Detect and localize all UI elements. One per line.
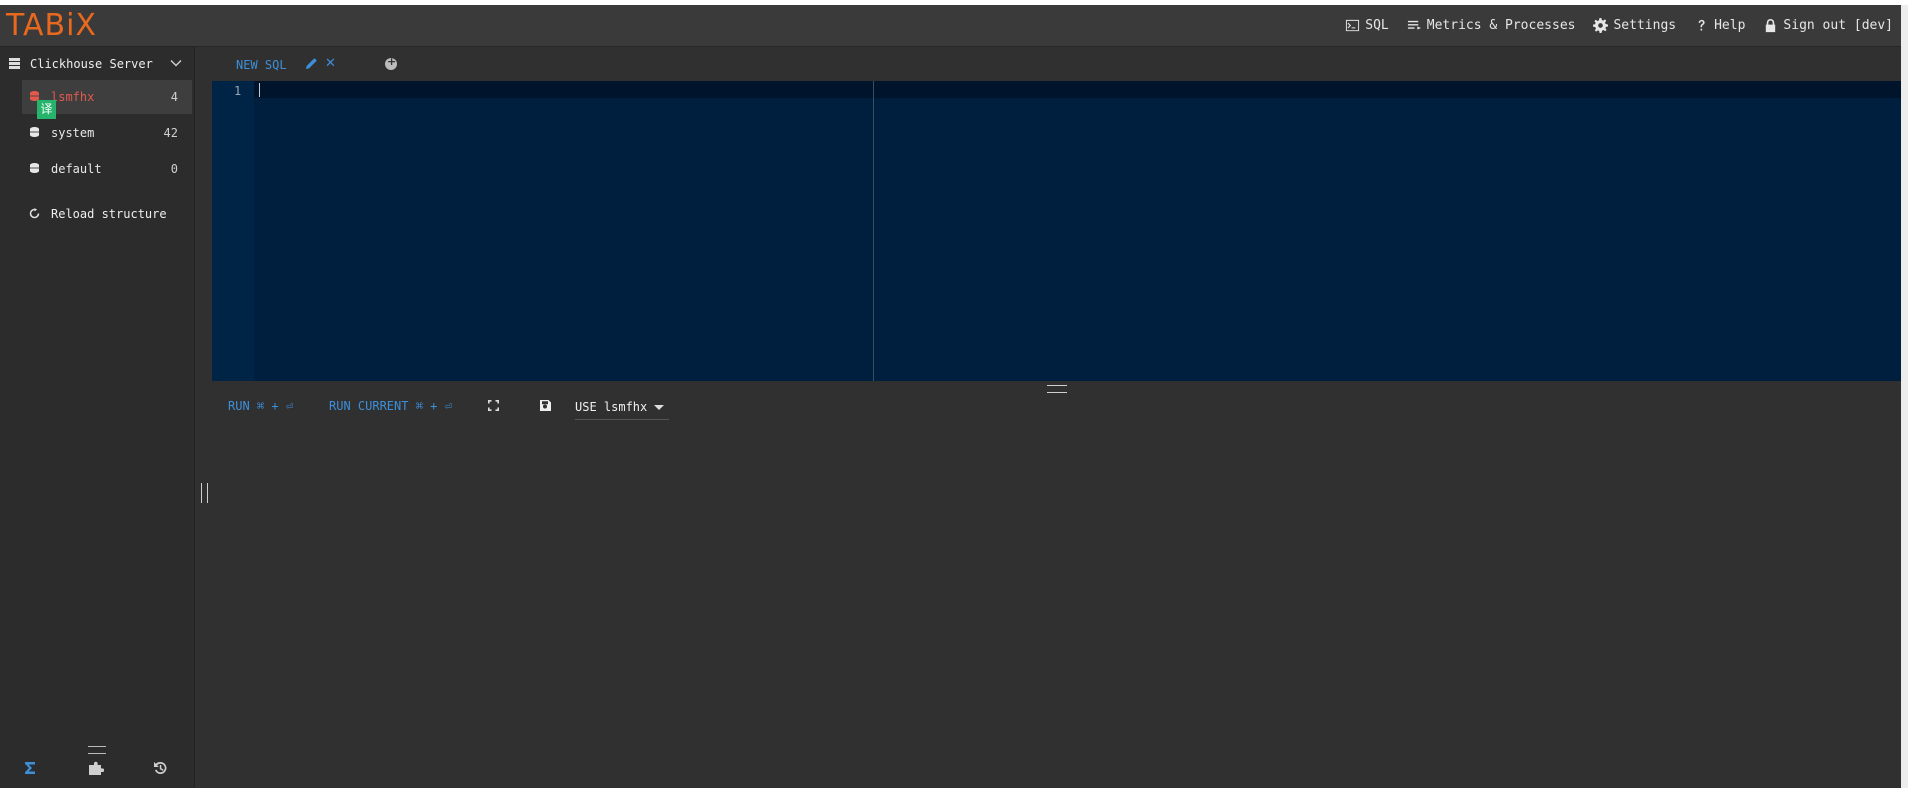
database-server-icon (9, 58, 20, 69)
nav-help-label: Help (1714, 18, 1746, 33)
terminal-icon (1346, 19, 1360, 32)
nav-settings-link[interactable]: Settings (1593, 18, 1676, 33)
list-icon (1407, 20, 1421, 30)
window-edge (1901, 5, 1908, 788)
run-current-button[interactable]: RUN CURRENT ⌘ + ⏎ (329, 399, 452, 413)
puzzle-icon[interactable] (88, 760, 104, 776)
editor-gutter: 1 (212, 81, 254, 381)
tab-label: NEW SQL (236, 58, 287, 72)
top-bar: TABiX SQL Metrics & Processes Settings H… (0, 5, 1901, 47)
print-margin (873, 81, 874, 381)
server-header[interactable]: Clickhouse Server (0, 47, 194, 80)
nav-metrics-label: Metrics & Processes (1426, 18, 1576, 33)
database-item-default[interactable]: default 0 (22, 152, 192, 186)
database-icon (30, 163, 39, 173)
run-button[interactable]: RUN ⌘ + ⏎ (228, 399, 293, 413)
sql-editor[interactable]: 1 (212, 81, 1901, 381)
nav-signout-link[interactable]: Sign out [dev] (1763, 18, 1893, 33)
tabix-app: TABiX SQL Metrics & Processes Settings H… (0, 5, 1901, 788)
editor-resize-handle[interactable] (1047, 385, 1067, 393)
sql-tab-bar: NEW SQL ✕ (212, 47, 1901, 81)
database-table-count: 0 (170, 162, 178, 176)
database-table-count: 4 (170, 90, 178, 104)
sidebar-resize-handle[interactable] (201, 483, 208, 503)
sidebar: Clickhouse Server lsmfhx 4 译 system 42 d… (0, 47, 195, 788)
refresh-icon (29, 208, 40, 219)
server-label: Clickhouse Server (30, 56, 153, 71)
tab-new-sql[interactable]: NEW SQL ✕ (212, 47, 372, 81)
use-database-value: USE lsmfhx (575, 400, 648, 414)
fullscreen-icon[interactable] (488, 400, 499, 411)
database-icon (30, 127, 39, 137)
top-navigation: SQL Metrics & Processes Settings Help Si… (1345, 18, 1893, 33)
resize-grip-icon[interactable] (88, 746, 106, 754)
history-icon[interactable] (152, 760, 168, 776)
text-cursor (259, 83, 260, 97)
line-number: 1 (234, 84, 242, 98)
tabix-logo[interactable]: TABiX (6, 8, 97, 43)
database-name: system (51, 126, 95, 140)
database-item-system[interactable]: system 42 (22, 116, 192, 150)
sidebar-footer (0, 744, 194, 788)
question-icon (1698, 19, 1705, 31)
use-database-select[interactable]: USE lsmfhx (575, 397, 669, 420)
nav-help-link[interactable]: Help (1694, 18, 1745, 33)
nav-sql-label: SQL (1365, 18, 1389, 33)
nav-signout-label: Sign out [dev] (1783, 18, 1893, 33)
active-line-highlight (254, 81, 1901, 98)
database-name: default (51, 162, 102, 176)
reload-structure-label: Reload structure (51, 207, 167, 221)
reload-structure-button[interactable]: Reload structure (22, 197, 192, 231)
gear-icon (1593, 18, 1609, 33)
nav-metrics-link[interactable]: Metrics & Processes (1407, 18, 1576, 33)
database-name: lsmfhx (51, 90, 95, 104)
save-icon[interactable] (540, 400, 551, 411)
caret-down-icon (654, 405, 664, 410)
nav-sql-link[interactable]: SQL (1345, 18, 1389, 33)
lock-icon (1766, 18, 1776, 33)
sigma-icon[interactable] (22, 760, 38, 776)
nav-settings-label: Settings (1613, 18, 1677, 33)
pencil-icon[interactable] (306, 58, 317, 69)
database-table-count: 42 (163, 126, 178, 140)
close-icon[interactable]: ✕ (325, 56, 336, 71)
database-item-lsmfhx[interactable]: lsmfhx 4 译 (22, 80, 192, 119)
add-tab-icon[interactable] (385, 55, 397, 70)
chevron-down-icon[interactable] (170, 57, 182, 69)
